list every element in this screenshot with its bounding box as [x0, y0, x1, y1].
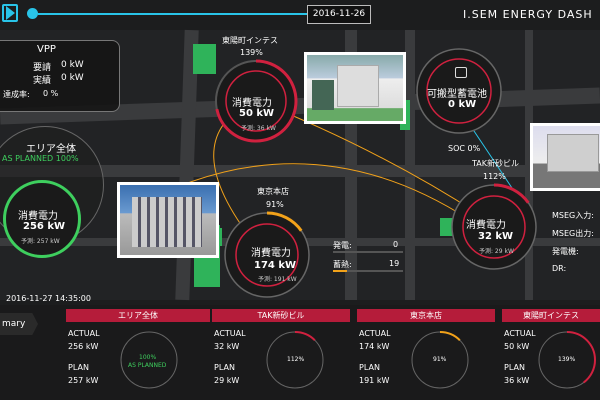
timeline-slider-track[interactable] [38, 13, 308, 15]
tokyo-store-bar-fill [333, 270, 347, 272]
vpp-actual-label: 実績 [33, 76, 52, 86]
battery-label: 可搬型蓄電池 [427, 89, 487, 100]
card-plan-value: 257 kW [68, 376, 99, 385]
higashi-name: 東陽町インテス [222, 36, 278, 45]
battery-icon [455, 67, 467, 78]
tokyo-gen-value: 0 [393, 240, 399, 249]
mseg-in-label: MSEG入力: [552, 211, 594, 220]
area-total-forecast: 予測: 257 kW [21, 238, 60, 245]
tokyo-store-value: 19 [389, 259, 400, 268]
tak-percent: 112% [483, 172, 506, 181]
play-icon [6, 6, 15, 20]
card-actual-value: 174 kW [359, 342, 390, 351]
mseg-out-label: MSEG出力: [552, 229, 594, 238]
card-plan-value: 191 kW [359, 376, 390, 385]
higashi-power-label: 消費電力 [232, 98, 272, 109]
card-actual-value: 50 kW [504, 342, 530, 351]
area-total-name: エリア全体 [26, 144, 76, 155]
card-ring-text: 100% [139, 354, 157, 361]
vpp-request-label: 要請 [33, 63, 52, 73]
tokyo-power-value: 174 kW [254, 260, 297, 271]
vpp-title: VPP [37, 44, 56, 55]
tak-forecast: 予測: 29 kW [479, 248, 514, 255]
card-actual-label: ACTUAL [359, 329, 391, 338]
top-bar: 2016-11-26 I.SEM ENERGY DASH [0, 0, 600, 28]
card-ring-text: 139% [558, 356, 576, 363]
card-actual-value: 256 kW [68, 342, 99, 351]
card-plan-label: PLAN [504, 363, 525, 372]
tokyo-forecast: 予測: 191 kW [258, 276, 297, 283]
battery-soc: SOC 0% [448, 144, 481, 153]
higashi-power-value: 50 kW [239, 108, 275, 119]
vpp-actual-value: 0 kW [61, 73, 84, 83]
summary-panel: mary エリア全体 ACTUAL 256 kW PLAN 257 kW 100… [0, 305, 600, 400]
card-actual-label: ACTUAL [504, 329, 536, 338]
summary-card-tokyo[interactable]: 東京本店 ACTUAL 174 kW PLAN 191 kW 91% [357, 305, 499, 400]
higashi-percent: 139% [240, 48, 263, 57]
mseg-gen-label: 発電機: [552, 247, 579, 256]
card-plan-label: PLAN [214, 363, 235, 372]
card-actual-label: ACTUAL [214, 329, 246, 338]
card-ring-text: 112% [287, 356, 305, 363]
higashi-forecast: 予測: 36 kW [241, 125, 276, 132]
card-actual-label: ACTUAL [68, 329, 100, 338]
card-ring-subtext: AS PLANNED [128, 362, 167, 369]
card-title: エリア全体 [66, 309, 210, 322]
vpp-request-value: 0 kW [61, 60, 84, 70]
app-title: I.SEM ENERGY DASH [463, 8, 593, 21]
higashi-building-photo[interactable] [304, 52, 406, 124]
area-total-power-value: 256 kW [23, 221, 66, 232]
tokyo-name: 東京本店 [257, 187, 289, 196]
tokyo-store-label: 蓄熱: [333, 260, 352, 269]
tokyo-building-photo[interactable] [117, 182, 219, 258]
card-plan-label: PLAN [68, 363, 89, 372]
battery-value: 0 kW [448, 99, 477, 110]
area-total-status: AS PLANNED 100% [2, 154, 79, 163]
card-plan-value: 29 kW [214, 376, 240, 385]
vpp-panel: VPP 要請 0 kW 実績 0 kW 達成率: 0 % [0, 40, 120, 112]
summary-label: mary [2, 319, 26, 329]
card-plan-label: PLAN [359, 363, 380, 372]
tak-power-label: 消費電力 [466, 220, 506, 231]
timeline-slider-handle[interactable] [27, 8, 38, 19]
current-timestamp: 2016-11-27 14:35:00 [6, 294, 91, 303]
tak-name: TAK新砂ビル [472, 159, 519, 168]
tokyo-power-label: 消費電力 [251, 248, 291, 259]
tokyo-gen-label: 発電: [333, 241, 352, 250]
tokyo-percent: 91% [266, 200, 284, 209]
card-actual-value: 32 kW [214, 342, 240, 351]
summary-card-tak[interactable]: TAK新砂ビル ACTUAL 32 kW PLAN 29 kW 112% [212, 305, 354, 400]
play-button[interactable] [2, 4, 18, 22]
card-title: 東陽町インテス [502, 309, 600, 322]
summary-card-higashi[interactable]: 東陽町インテス ACTUAL 50 kW PLAN 36 kW 139% [502, 305, 600, 400]
card-plan-value: 36 kW [504, 376, 530, 385]
vpp-rate-label: 達成率: [3, 90, 30, 99]
summary-card-area-total[interactable]: エリア全体 ACTUAL 256 kW PLAN 257 kW 100% AS … [66, 305, 210, 400]
area-total-power-label: 消費電力 [18, 211, 58, 222]
card-title: TAK新砂ビル [212, 309, 350, 322]
date-display: 2016-11-26 [307, 5, 371, 24]
mseg-dr-label: DR: [552, 264, 567, 273]
tak-power-value: 32 kW [478, 231, 514, 242]
vpp-rate-value: 0 % [43, 89, 59, 98]
card-title: 東京本店 [357, 309, 495, 322]
tokyo-gen-bar [333, 251, 403, 253]
tak-building-photo[interactable] [530, 123, 600, 191]
card-ring-text: 91% [433, 356, 447, 363]
